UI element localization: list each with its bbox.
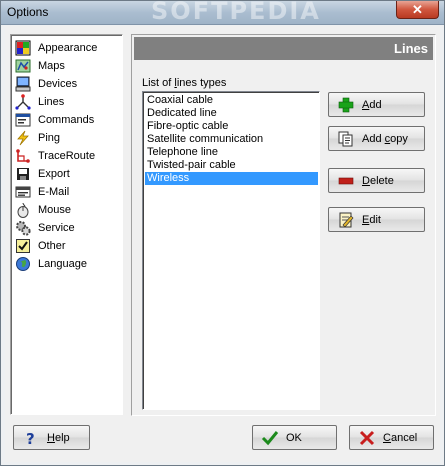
nav-item-language[interactable]: Language [15,255,121,273]
ping-lightning-icon [15,130,31,146]
appearance-icon [15,40,31,56]
lines-panel: Lines List of lines types Coaxial cable … [131,34,436,416]
add-copy-button[interactable]: Add copy [328,126,425,151]
lines-icon [15,94,31,110]
options-window: Options SOFTPEDIA ✕ Appearance Maps Devi… [0,0,445,466]
delete-button[interactable]: Delete [328,168,425,193]
nav-item-commands[interactable]: Commands [15,111,121,129]
edit-document-icon [337,212,355,228]
list-item[interactable]: Twisted-pair cable [145,159,318,172]
cancel-button-label: Cancel [383,431,418,444]
list-item[interactable]: Coaxial cable [145,94,318,107]
mouse-icon [15,202,31,218]
list-caption: List of lines types [142,77,227,89]
nav-label: Other [38,240,66,252]
nav-item-email[interactable]: E-Mail [15,183,121,201]
nav-item-mouse[interactable]: Mouse [15,201,121,219]
options-nav: Appearance Maps Devices Lines Commands P… [10,34,123,415]
nav-label: Language [38,258,87,270]
nav-item-export[interactable]: Export [15,165,121,183]
plus-icon [337,97,355,113]
list-item[interactable]: Telephone line [145,146,318,159]
nav-label: E-Mail [38,186,70,198]
traceroute-icon [15,148,31,164]
help-button-label: Help [47,431,70,444]
nav-item-service[interactable]: Service [15,219,121,237]
panel-header: Lines [134,37,433,60]
list-item[interactable]: Dedicated line [145,107,318,120]
ok-button[interactable]: OK [252,425,337,450]
panel-title: Lines [394,41,428,56]
nav-item-ping[interactable]: Ping [15,129,121,147]
commands-icon [15,112,31,128]
nav-item-lines[interactable]: Lines [15,93,121,111]
svg-text:?: ? [26,430,35,446]
checkbox-icon [15,238,31,254]
computer-icon [15,76,31,92]
list-item[interactable]: Satellite communication [145,133,318,146]
nav-label: Appearance [38,42,98,54]
title-bar[interactable]: Options SOFTPEDIA ✕ [1,0,444,25]
checkmark-icon [261,430,279,446]
add-copy-button-label: Add copy [362,132,408,145]
nav-label: Ping [38,132,61,144]
nav-item-appearance[interactable]: Appearance [15,39,121,57]
list-item[interactable]: Fibre-optic cable [145,120,318,133]
cancel-x-icon [358,430,376,446]
client-area: Appearance Maps Devices Lines Commands P… [5,26,440,462]
nav-label: Export [38,168,70,180]
list-item-selected[interactable]: Wireless [145,172,318,185]
minus-icon [337,173,355,189]
email-icon [15,184,31,200]
nav-label: Mouse [38,204,72,216]
edit-button-label: Edit [362,213,381,226]
globe-icon [15,256,31,272]
nav-label: Service [38,222,75,234]
nav-label: TraceRoute [38,150,96,162]
edit-button[interactable]: Edit [328,207,425,232]
nav-item-maps[interactable]: Maps [15,57,121,75]
help-button[interactable]: ? Help [13,425,90,450]
nav-label: Lines [38,96,65,108]
close-icon: ✕ [412,2,423,17]
line-types-listbox[interactable]: Coaxial cable Dedicated line Fibre-optic… [142,91,320,410]
map-icon [15,58,31,74]
window-title: Options [7,5,49,19]
cancel-button[interactable]: Cancel [349,425,434,450]
copy-icon [337,131,355,147]
add-button[interactable]: Add [328,92,425,117]
delete-button-label: Delete [362,174,394,187]
service-gear-icon [15,220,31,236]
ok-button-label: OK [286,431,302,444]
nav-item-traceroute[interactable]: TraceRoute [15,147,121,165]
nav-item-devices[interactable]: Devices [15,75,121,93]
add-button-label: Add [362,98,382,111]
nav-label: Maps [38,60,65,72]
nav-item-other[interactable]: Other [15,237,121,255]
watermark: SOFTPEDIA [151,0,321,25]
close-button[interactable]: ✕ [396,1,439,19]
nav-label: Devices [38,78,78,90]
export-icon [15,166,31,182]
help-question-icon: ? [22,430,40,448]
nav-label: Commands [38,114,95,126]
